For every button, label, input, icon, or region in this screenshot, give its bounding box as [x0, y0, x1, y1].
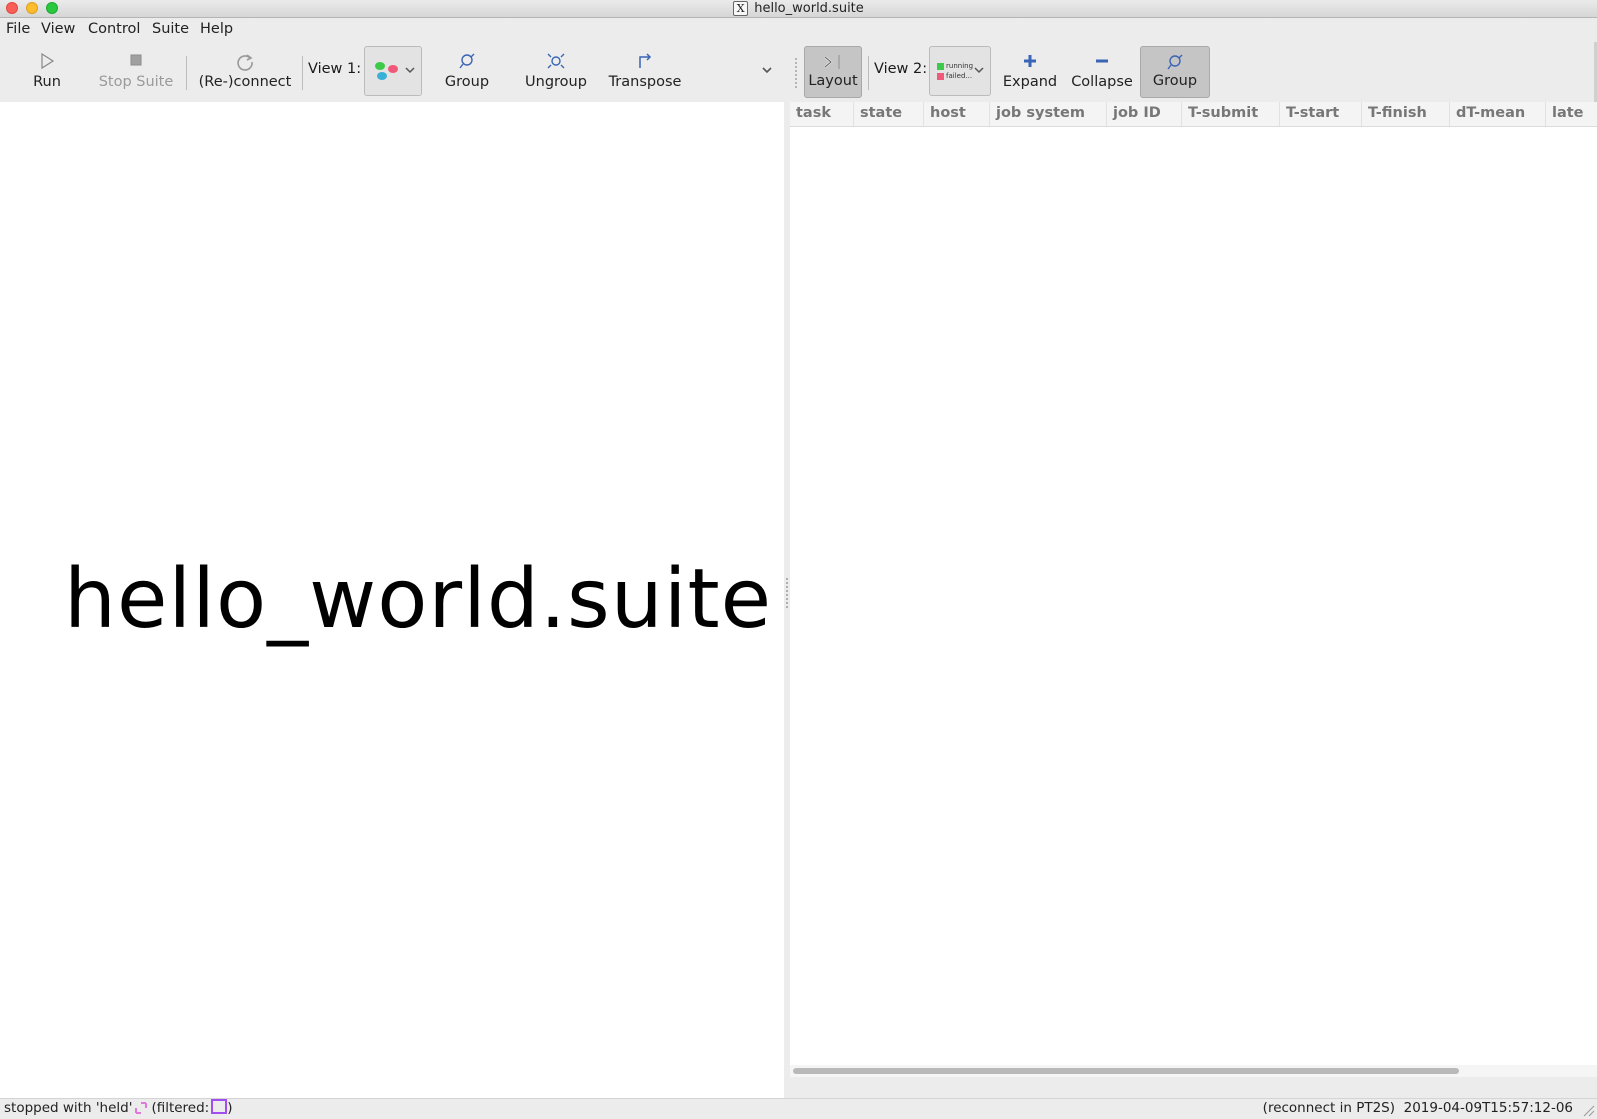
view1-selector[interactable] [364, 46, 422, 96]
column-header-host[interactable]: host [924, 102, 990, 126]
layout-button[interactable]: Layout [804, 46, 862, 98]
table-view-panel: task state host job system job ID T-subm… [790, 102, 1597, 1077]
window-title-wrap: Xhello_world.suite [0, 0, 1597, 17]
view2-legend: running failed... [937, 61, 973, 81]
toolbar-handle[interactable] [795, 58, 799, 88]
resize-grip-icon[interactable] [1581, 1103, 1595, 1117]
layout-icon [824, 55, 840, 69]
toolbar-overflow-chevron-icon[interactable] [760, 64, 774, 76]
ungroup-label: Ungroup [525, 74, 587, 90]
run-button[interactable]: Run [16, 46, 78, 98]
filtered-label: (filtered: [151, 1100, 210, 1116]
group-icon [459, 53, 475, 69]
group-button[interactable]: Group [432, 46, 502, 98]
group2-button[interactable]: Group [1140, 46, 1210, 98]
view2-selector[interactable]: running failed... [929, 46, 991, 96]
group-label: Group [444, 74, 490, 90]
x11-app-icon: X [733, 1, 749, 16]
menubar: File View Control Suite Help [0, 18, 1597, 42]
statusbar: stopped with 'held' (filtered:) (reconnec… [0, 1098, 1597, 1118]
toolbar-separator [868, 56, 869, 90]
column-header-job-id[interactable]: job ID [1107, 102, 1182, 126]
menu-help[interactable]: Help [200, 21, 233, 37]
transpose-label: Transpose [608, 74, 682, 90]
failed-swatch [937, 72, 944, 80]
menu-suite[interactable]: Suite [152, 21, 189, 37]
suite-status-text: stopped with 'held' [4, 1100, 133, 1116]
column-header-t-start[interactable]: T-start [1280, 102, 1362, 126]
stop-icon [130, 54, 142, 66]
window-title: hello_world.suite [754, 1, 864, 16]
view1-label: View 1: [308, 61, 362, 77]
toolbar-separator [186, 56, 187, 90]
menu-control[interactable]: Control [88, 21, 140, 37]
column-header-state[interactable]: state [854, 102, 924, 126]
collapse-button[interactable]: Collapse [1070, 46, 1134, 98]
window-titlebar: Xhello_world.suite [0, 0, 1597, 18]
group2-label: Group [1152, 73, 1198, 89]
suite-name-display: hello_world.suite [64, 552, 773, 647]
group-icon [1167, 54, 1183, 70]
column-header-latest[interactable]: late [1546, 102, 1597, 126]
horizontal-scrollbar[interactable] [790, 1065, 1597, 1077]
reconnect-label: (Re-)connect [198, 74, 292, 90]
dot-graph-view-icon [375, 62, 398, 80]
minus-icon [1096, 59, 1108, 63]
failed-label: failed... [946, 72, 973, 80]
column-header-dt-mean[interactable]: dT-mean [1450, 102, 1546, 126]
column-header-t-submit[interactable]: T-submit [1182, 102, 1280, 126]
expand-label: Expand [1002, 74, 1058, 90]
ungroup-button[interactable]: Ungroup [518, 46, 594, 98]
table-header: task state host job system job ID T-subm… [790, 102, 1597, 127]
column-header-t-finish[interactable]: T-finish [1362, 102, 1450, 126]
status-right: (reconnect in PT2S) 2019-04-09T15:57:12-… [1263, 1099, 1573, 1117]
toolbar: Run Stop Suite (Re-)connect View 1: Grou… [0, 42, 1597, 102]
layout-label: Layout [808, 73, 858, 89]
filtered-close: ) [227, 1100, 233, 1116]
play-icon [41, 52, 55, 70]
filter-state-icon[interactable] [211, 1099, 228, 1114]
status-timestamp: 2019-04-09T15:57:12-06 [1403, 1100, 1573, 1116]
run-label: Run [33, 74, 61, 90]
running-swatch [937, 62, 944, 70]
expand-button[interactable]: Expand [998, 46, 1062, 98]
chevron-down-icon [405, 67, 415, 74]
scrollbar-thumb[interactable] [793, 1068, 1459, 1074]
toolbar-separator [302, 56, 303, 90]
graph-view-panel: hello_world.suite [0, 102, 784, 1098]
collapse-label: Collapse [1071, 74, 1133, 90]
held-icon [135, 1101, 148, 1114]
status-left: stopped with 'held' (filtered:) [4, 1099, 233, 1117]
column-header-task[interactable]: task [790, 102, 854, 126]
view2-label: View 2: [874, 61, 928, 77]
plus-icon [1024, 55, 1036, 67]
reconnect-button[interactable]: (Re-)connect [196, 46, 294, 98]
reconnect-status: (reconnect in PT2S) [1262, 1100, 1396, 1116]
menu-file[interactable]: File [6, 21, 30, 37]
stop-suite-label: Stop Suite [98, 74, 174, 90]
transpose-button[interactable]: Transpose [604, 46, 686, 98]
transpose-icon [639, 53, 652, 68]
running-label: running [946, 62, 974, 70]
stop-suite-button[interactable]: Stop Suite [92, 46, 180, 98]
column-header-job-system[interactable]: job system [990, 102, 1107, 126]
menu-view[interactable]: View [41, 21, 75, 37]
ungroup-icon [547, 53, 565, 69]
chevron-down-icon [974, 67, 984, 74]
refresh-icon [237, 54, 253, 71]
